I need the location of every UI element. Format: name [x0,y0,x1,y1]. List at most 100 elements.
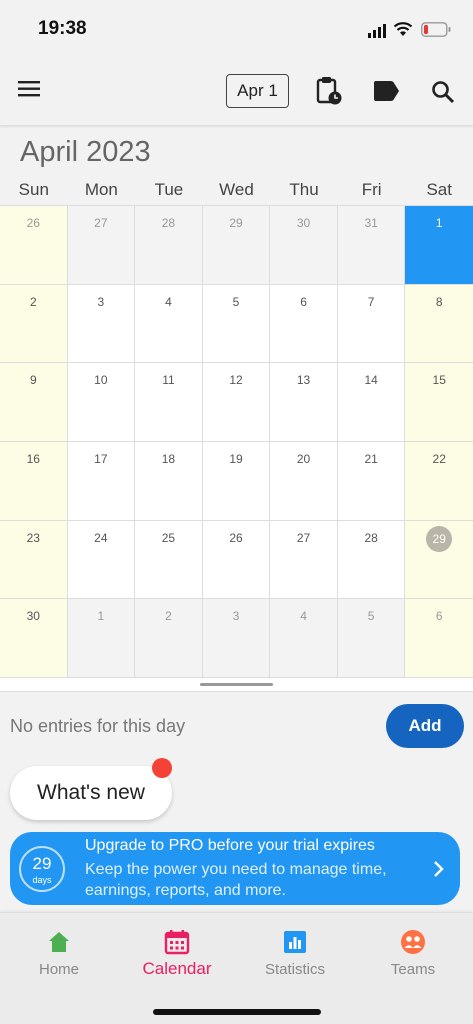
calendar-day[interactable]: 1 [67,599,136,678]
calendar-day[interactable]: 17 [67,441,136,521]
weekday-label: Fri [361,180,382,199]
day-number: 12 [229,373,243,388]
day-number: 16 [26,451,40,466]
calendar-day[interactable]: 18 [135,441,203,521]
calendar-day[interactable]: 19 [202,441,271,521]
calendar-day[interactable]: 2 [135,599,203,678]
menu-icon[interactable] [16,76,42,102]
calendar-day[interactable]: 24 [67,520,136,600]
day-number: 5 [367,609,375,624]
search-icon[interactable] [430,79,456,105]
label-tag-icon[interactable] [372,80,400,102]
calendar-day[interactable]: 7 [337,284,406,364]
day-number: 24 [94,530,108,545]
calendar-day[interactable]: 4 [270,599,338,678]
day-number: 13 [296,373,311,388]
calendar-day[interactable]: 31 [337,206,406,285]
day-number: 2 [29,294,37,309]
day-number: 17 [94,451,108,466]
promo-title: Upgrade to PRO before your trial expires [85,837,375,854]
calendar-day[interactable]: 3 [67,284,136,364]
calendar-day[interactable]: 10 [67,363,136,442]
calendar-day[interactable]: 8 [405,284,473,364]
calendar-day[interactable]: 30 [0,599,68,678]
weekday-label: Mon [84,180,118,199]
current-date-button[interactable]: Apr 1 [226,74,289,108]
calendar-day[interactable]: 26 [0,206,68,285]
calendar-day[interactable]: 20 [270,441,338,521]
nav-item-teams[interactable]: Teams [373,913,453,993]
day-number: 23 [26,530,40,545]
clipboard-clock-icon[interactable] [316,76,342,106]
calendar-day[interactable]: 5 [337,599,406,678]
day-number: 8 [435,294,443,309]
calendar-grid: 26 27 28 29 30 31 1 2 3 4 5 6 7 8 9 10 11 12 13 14 15 16 17 18 1… [0,205,473,678]
day-number: 28 [161,216,176,230]
calendar-day[interactable]: 15 [405,363,473,442]
calendar-day[interactable]: 30 [270,206,338,285]
day-number: 25 [161,530,176,545]
teams-icon [401,930,425,954]
trial-days-number: 29 [32,854,52,873]
whats-new-button[interactable]: What's new [10,766,172,820]
add-entry-button[interactable]: Add [386,704,464,748]
calendar-day[interactable]: 12 [202,363,271,442]
calendar-day-selected[interactable]: 1 [405,206,473,285]
calendar-day[interactable]: 16 [0,441,68,521]
nav-item-statistics[interactable]: Statistics [255,913,335,993]
calendar-day[interactable]: 28 [135,206,203,285]
calendar-day[interactable]: 3 [202,599,271,678]
day-number: 4 [300,609,307,624]
battery-icon [421,22,451,37]
nav-item-home[interactable]: Home [19,913,99,993]
calendar-day[interactable]: 6 [405,599,473,678]
weekday-label: Sat [426,180,452,199]
day-number: 6 [435,609,443,624]
weekday-header: Sun Mon Tue Wed Thu Fri Sat [0,180,473,204]
day-number: 29 [229,216,243,230]
calendar-day[interactable]: 13 [270,363,338,442]
calendar-day-today[interactable]: 29 [405,520,473,600]
day-number: 1 [435,216,443,230]
calendar-day[interactable]: 14 [337,363,406,442]
nav-label-teams: Teams [390,961,436,978]
day-number: 2 [165,609,172,624]
day-number: 3 [232,609,240,624]
chevron-right-icon [434,861,444,877]
calendar-day[interactable]: 6 [270,284,338,364]
day-number: 15 [432,373,446,388]
calendar-day[interactable]: 5 [202,284,271,364]
calendar-day[interactable]: 26 [202,520,271,600]
calendar-day[interactable]: 27 [67,206,136,285]
calendar-day[interactable]: 29 [202,206,271,285]
calendar-day[interactable]: 21 [337,441,406,521]
day-number: 6 [300,294,307,309]
calendar-day[interactable]: 25 [135,520,203,600]
calendar-day[interactable]: 4 [135,284,203,364]
calendar-day[interactable]: 27 [270,520,338,600]
nav-item-calendar[interactable]: Calendar [137,913,217,993]
calendar-day[interactable]: 2 [0,284,68,364]
wifi-icon [393,22,413,36]
day-number: 22 [432,451,446,466]
day-number: 18 [161,451,176,466]
cellular-signal-icon [368,24,386,38]
day-number: 3 [97,294,105,309]
calendar-day[interactable]: 22 [405,441,473,521]
day-number: 7 [367,294,375,309]
day-number: 1 [97,609,105,624]
day-number: 21 [364,451,378,466]
no-entries-text: No entries for this day [10,716,186,736]
upgrade-pro-banner[interactable]: 29 days Upgrade to PRO before your trial… [10,832,460,905]
day-number: 19 [229,451,243,466]
calendar-day[interactable]: 23 [0,520,68,600]
promo-body: Keep the power you need to manage time, … [85,861,387,899]
notification-dot [152,758,172,778]
calendar-day[interactable]: 28 [337,520,406,600]
calendar-day[interactable]: 9 [0,363,68,442]
status-bar: 19:38 [0,0,473,62]
drag-handle[interactable] [200,683,273,686]
calendar-day[interactable]: 11 [135,363,203,442]
day-number: 9 [29,373,37,388]
day-number: 28 [364,530,378,545]
